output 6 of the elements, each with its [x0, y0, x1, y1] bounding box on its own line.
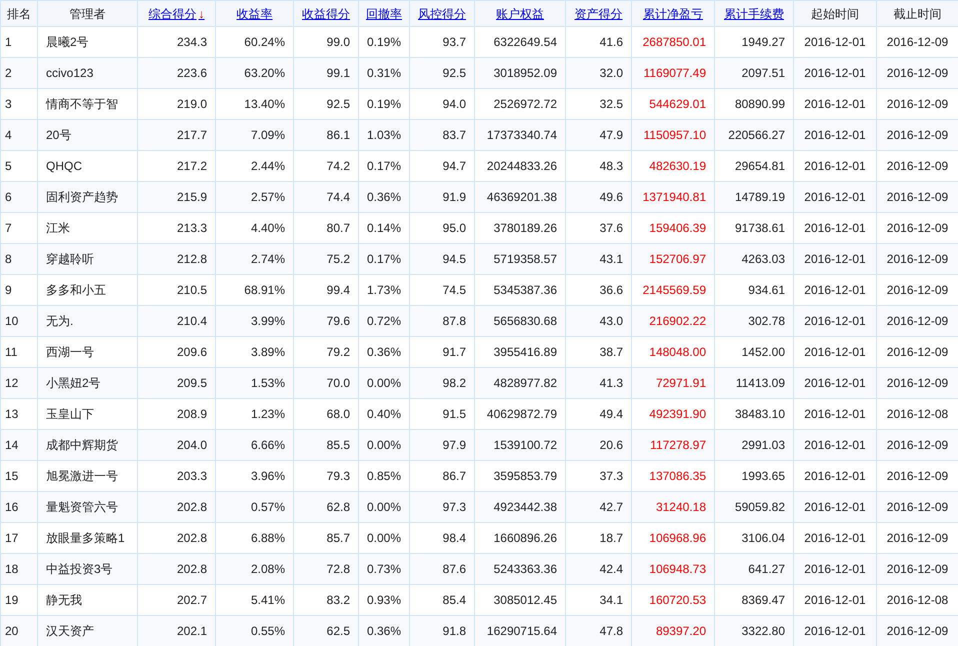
column-header: 截止时间	[894, 6, 942, 20]
table-cell: 20	[0, 616, 38, 646]
sort-arrow: ↓	[198, 6, 204, 20]
column-header: 管理者	[70, 6, 106, 20]
column-header: 排名	[7, 6, 31, 20]
column-header: 起始时间	[811, 6, 859, 20]
